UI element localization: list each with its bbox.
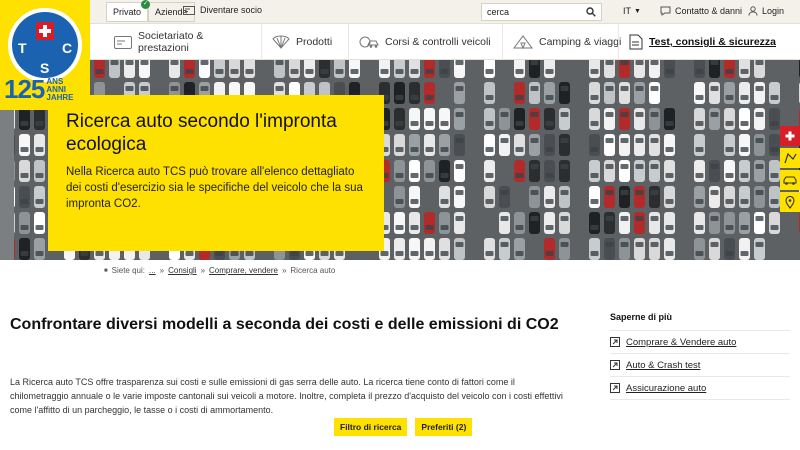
- become-member-label: Diventare socio: [200, 5, 263, 15]
- search-box: [481, 3, 602, 21]
- car-course-icon: [359, 36, 379, 48]
- bullet-icon: ■: [104, 267, 108, 274]
- nav-item-label: Test, consigli & sicurezza: [649, 36, 777, 48]
- route-planner-icon[interactable]: [780, 148, 800, 168]
- related-link-label: Auto & Crash test: [626, 359, 701, 371]
- related-links-box: Saperne di più Comprare & Vendere auto A…: [610, 312, 790, 400]
- nav-item-products[interactable]: Prodotti: [261, 24, 343, 60]
- external-page-icon: [610, 337, 620, 347]
- anniversary-number: 125: [4, 74, 45, 104]
- language-select[interactable]: IT ▼: [623, 6, 641, 16]
- favorites-button[interactable]: Preferiti (2): [415, 418, 473, 436]
- segment-private[interactable]: Privato ✓: [106, 0, 151, 22]
- become-member-link[interactable]: Diventare socio: [183, 5, 262, 15]
- contact-link[interactable]: Contatto & danni: [660, 6, 742, 16]
- breadcrumb-prefix: Siete qui:: [111, 266, 145, 275]
- search-input[interactable]: [482, 7, 582, 17]
- breadcrumb-buy-sell[interactable]: Comprare, vendere: [209, 266, 278, 275]
- contact-label: Contatto & danni: [675, 6, 743, 16]
- related-link-label: Comprare & Vendere auto: [626, 336, 737, 348]
- login-link[interactable]: Login: [748, 6, 784, 16]
- breadcrumb-separator: »: [159, 266, 165, 275]
- anniversary-badge: 125 ANS ANNI JAHRE: [4, 76, 74, 102]
- user-icon: [748, 6, 758, 16]
- logo-letter-c: C: [62, 40, 73, 56]
- breadcrumb-consigli[interactable]: Consigli: [168, 266, 196, 275]
- hero-banner: Ricerca auto secondo l'impronta ecologic…: [0, 60, 800, 260]
- top-utility-bar: Privato ✓ Aziende Diventare socio IT ▼ C…: [0, 0, 800, 24]
- language-label: IT: [623, 6, 631, 16]
- related-link-buy-sell[interactable]: Comprare & Vendere auto: [610, 331, 790, 354]
- nav-item-courses[interactable]: Corsi & controlli veicoli: [348, 24, 498, 60]
- card-icon: [114, 35, 132, 49]
- related-link-crash-test[interactable]: Auto & Crash test: [610, 354, 790, 377]
- related-link-label: Assicurazione auto: [626, 382, 707, 394]
- anniversary-word-de: JAHRE: [46, 93, 74, 102]
- hero-card: Ricerca auto secondo l'impronta ecologic…: [48, 95, 384, 251]
- floating-button-bar: Filtro di ricerca Preferiti (2): [334, 418, 473, 436]
- nav-item-membership[interactable]: Societariato & prestazioni: [104, 24, 252, 60]
- car-icon[interactable]: [780, 170, 800, 190]
- external-page-icon: [610, 360, 620, 370]
- breadcrumb: ■ Siete qui: ... » Consigli » Comprare, …: [104, 266, 335, 275]
- hero-title: Ricerca auto secondo l'impronta ecologic…: [66, 111, 337, 155]
- member-card-icon: [183, 5, 195, 15]
- swiss-flag-icon[interactable]: [780, 126, 800, 146]
- page-title: Confrontare diversi modelli a seconda de…: [10, 316, 559, 333]
- logo-letter-t: T: [18, 40, 27, 56]
- breadcrumb-home[interactable]: ...: [149, 266, 156, 275]
- external-page-icon: [610, 383, 620, 393]
- nav-item-label: Corsi & controlli veicoli: [385, 36, 491, 48]
- search-icon[interactable]: [582, 3, 600, 21]
- nav-item-label: Camping & viaggi: [539, 36, 622, 48]
- nav-item-tests[interactable]: Test, consigli & sicurezza: [618, 24, 800, 60]
- check-icon: ✓: [141, 0, 151, 9]
- location-pin-icon[interactable]: [780, 192, 800, 212]
- document-icon: [629, 34, 643, 50]
- breadcrumb-current: Ricerca auto: [290, 266, 336, 275]
- search-filter-button[interactable]: Filtro di ricerca: [334, 418, 408, 436]
- side-toolbar: [780, 126, 800, 214]
- breadcrumb-separator: »: [281, 266, 287, 275]
- related-links-title: Saperne di più: [610, 312, 790, 331]
- chat-icon: [660, 6, 671, 16]
- breadcrumb-separator: »: [200, 266, 206, 275]
- segment-switch: Privato ✓ Aziende: [106, 0, 195, 22]
- nav-item-label: Societariato & prestazioni: [138, 30, 204, 54]
- segment-private-label: Privato: [113, 7, 142, 17]
- main-navigation: Societariato & prestazioni Prodotti Cors…: [90, 24, 800, 60]
- nav-item-camping[interactable]: Camping & viaggi: [502, 24, 622, 60]
- nav-item-label: Prodotti: [296, 36, 333, 48]
- intro-paragraph: La Ricerca auto TCS offre trasparenza su…: [10, 377, 563, 415]
- tent-icon: [513, 35, 533, 49]
- hero-text: Nella Ricerca auto TCS può trovare all'e…: [66, 166, 363, 210]
- related-link-insurance[interactable]: Assicurazione auto: [610, 377, 790, 400]
- chevron-down-icon: ▼: [634, 7, 641, 15]
- login-label: Login: [762, 6, 785, 16]
- swiss-cross-icon: [36, 22, 54, 40]
- shell-icon: [272, 35, 290, 49]
